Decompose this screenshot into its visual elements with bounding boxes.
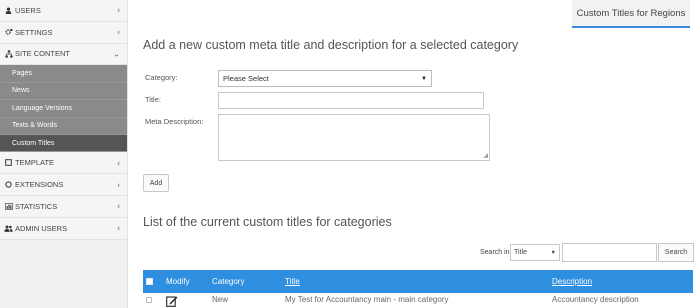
chevron-left-icon: ‹ <box>117 223 120 233</box>
sidebar-item-label: SETTINGS <box>15 27 53 37</box>
chevron-left-icon: ‹ <box>117 158 120 168</box>
chevron-left-icon: ‹ <box>117 27 120 37</box>
sidebar: USERS ‹ SETTINGS ‹ SITE CONTENT ⌄ Pages … <box>0 0 128 308</box>
search-field-value: Title <box>514 249 527 256</box>
sidebar-item-template[interactable]: TEMPLATE ‹ <box>0 152 127 175</box>
meta-description-label: Meta Description: <box>145 117 204 126</box>
cell-category: New <box>212 295 229 304</box>
sitemap-icon <box>4 50 13 58</box>
submenu-item-language-versions[interactable]: Language Versions <box>0 100 127 118</box>
search-field-select[interactable]: Title ▼ <box>510 244 560 261</box>
title-input[interactable] <box>218 92 484 109</box>
select-all-checkbox[interactable] <box>146 270 153 293</box>
row-checkbox[interactable] <box>146 297 152 303</box>
submenu-item-label: Custom Titles <box>12 139 55 147</box>
cell-description: Accountancy description <box>552 295 639 304</box>
tab-custom-titles-for-regions[interactable]: Custom Titles for Regions <box>572 0 690 28</box>
column-header-description[interactable]: Description <box>552 270 592 293</box>
sidebar-item-site-content[interactable]: SITE CONTENT ⌄ <box>0 43 127 66</box>
sidebar-item-extensions[interactable]: EXTENSIONS ‹ <box>0 174 127 196</box>
column-header-modify: Modify <box>166 277 190 286</box>
column-header-category: Category <box>212 277 245 286</box>
submenu-item-label: News <box>12 87 30 95</box>
chevron-left-icon: ‹ <box>117 180 120 190</box>
edit-icon[interactable] <box>166 295 178 307</box>
search-button[interactable]: Search <box>658 243 694 262</box>
chevron-down-icon: ⌄ <box>113 49 120 59</box>
search-in-label: Search in: <box>480 249 512 256</box>
submenu-item-label: Texts & Words <box>12 122 57 130</box>
square-icon <box>4 159 13 167</box>
dropdown-arrow-icon: ▼ <box>421 75 427 82</box>
submenu-item-custom-titles[interactable]: Custom Titles <box>0 134 127 153</box>
sidebar-item-statistics[interactable]: STATISTICS ‹ <box>0 195 127 218</box>
title-label: Title: <box>145 95 161 104</box>
bar-chart-icon <box>4 202 13 210</box>
chevron-left-icon: ‹ <box>117 5 120 15</box>
chevron-left-icon: ‹ <box>117 201 120 211</box>
add-button[interactable]: Add <box>143 174 169 192</box>
circle-icon <box>4 181 13 188</box>
search-input[interactable] <box>562 243 657 262</box>
sidebar-item-label: USERS <box>15 5 41 15</box>
submenu-item-texts-words[interactable]: Texts & Words <box>0 118 127 135</box>
sidebar-item-label: STATISTICS <box>15 201 58 211</box>
list-heading: List of the current custom titles for ca… <box>143 215 392 229</box>
submenu-item-pages[interactable]: Pages <box>0 65 127 83</box>
column-header-title[interactable]: Title <box>285 270 300 293</box>
table-header: Modify Category Title Description <box>143 270 693 293</box>
cell-title: My Test for Accountancy main - main cate… <box>285 295 449 304</box>
tab-label: Custom Titles for Regions <box>576 7 686 19</box>
sidebar-item-label: SITE CONTENT <box>15 49 71 59</box>
category-label: Category: <box>145 73 178 82</box>
resize-grip-icon[interactable]: ◢ <box>483 153 488 159</box>
meta-description-textarea[interactable]: ◢ <box>218 114 490 161</box>
user-icon <box>4 7 13 14</box>
sidebar-item-settings[interactable]: SETTINGS ‹ <box>0 21 127 44</box>
form-heading: Add a new custom meta title and descript… <box>143 38 519 52</box>
submenu-item-label: Pages <box>12 70 32 78</box>
sidebar-item-label: EXTENSIONS <box>15 180 64 190</box>
dropdown-arrow-icon: ▼ <box>550 249 556 256</box>
sidebar-item-label: TEMPLATE <box>15 158 55 168</box>
sidebar-item-admin-users[interactable]: ADMIN USERS ‹ <box>0 217 127 240</box>
site-content-submenu: Pages News Language Versions Texts & Wor… <box>0 65 127 153</box>
submenu-item-news[interactable]: News <box>0 83 127 101</box>
submenu-item-label: Language Versions <box>12 104 72 112</box>
sidebar-item-users[interactable]: USERS ‹ <box>0 0 127 22</box>
sidebar-item-label: ADMIN USERS <box>15 223 68 233</box>
table-row: New My Test for Accountancy main - main … <box>143 293 693 308</box>
cogs-icon <box>4 28 13 36</box>
category-select[interactable]: Please Select ▼ <box>218 70 432 87</box>
users-icon <box>4 225 13 232</box>
category-select-value: Please Select <box>223 74 269 83</box>
